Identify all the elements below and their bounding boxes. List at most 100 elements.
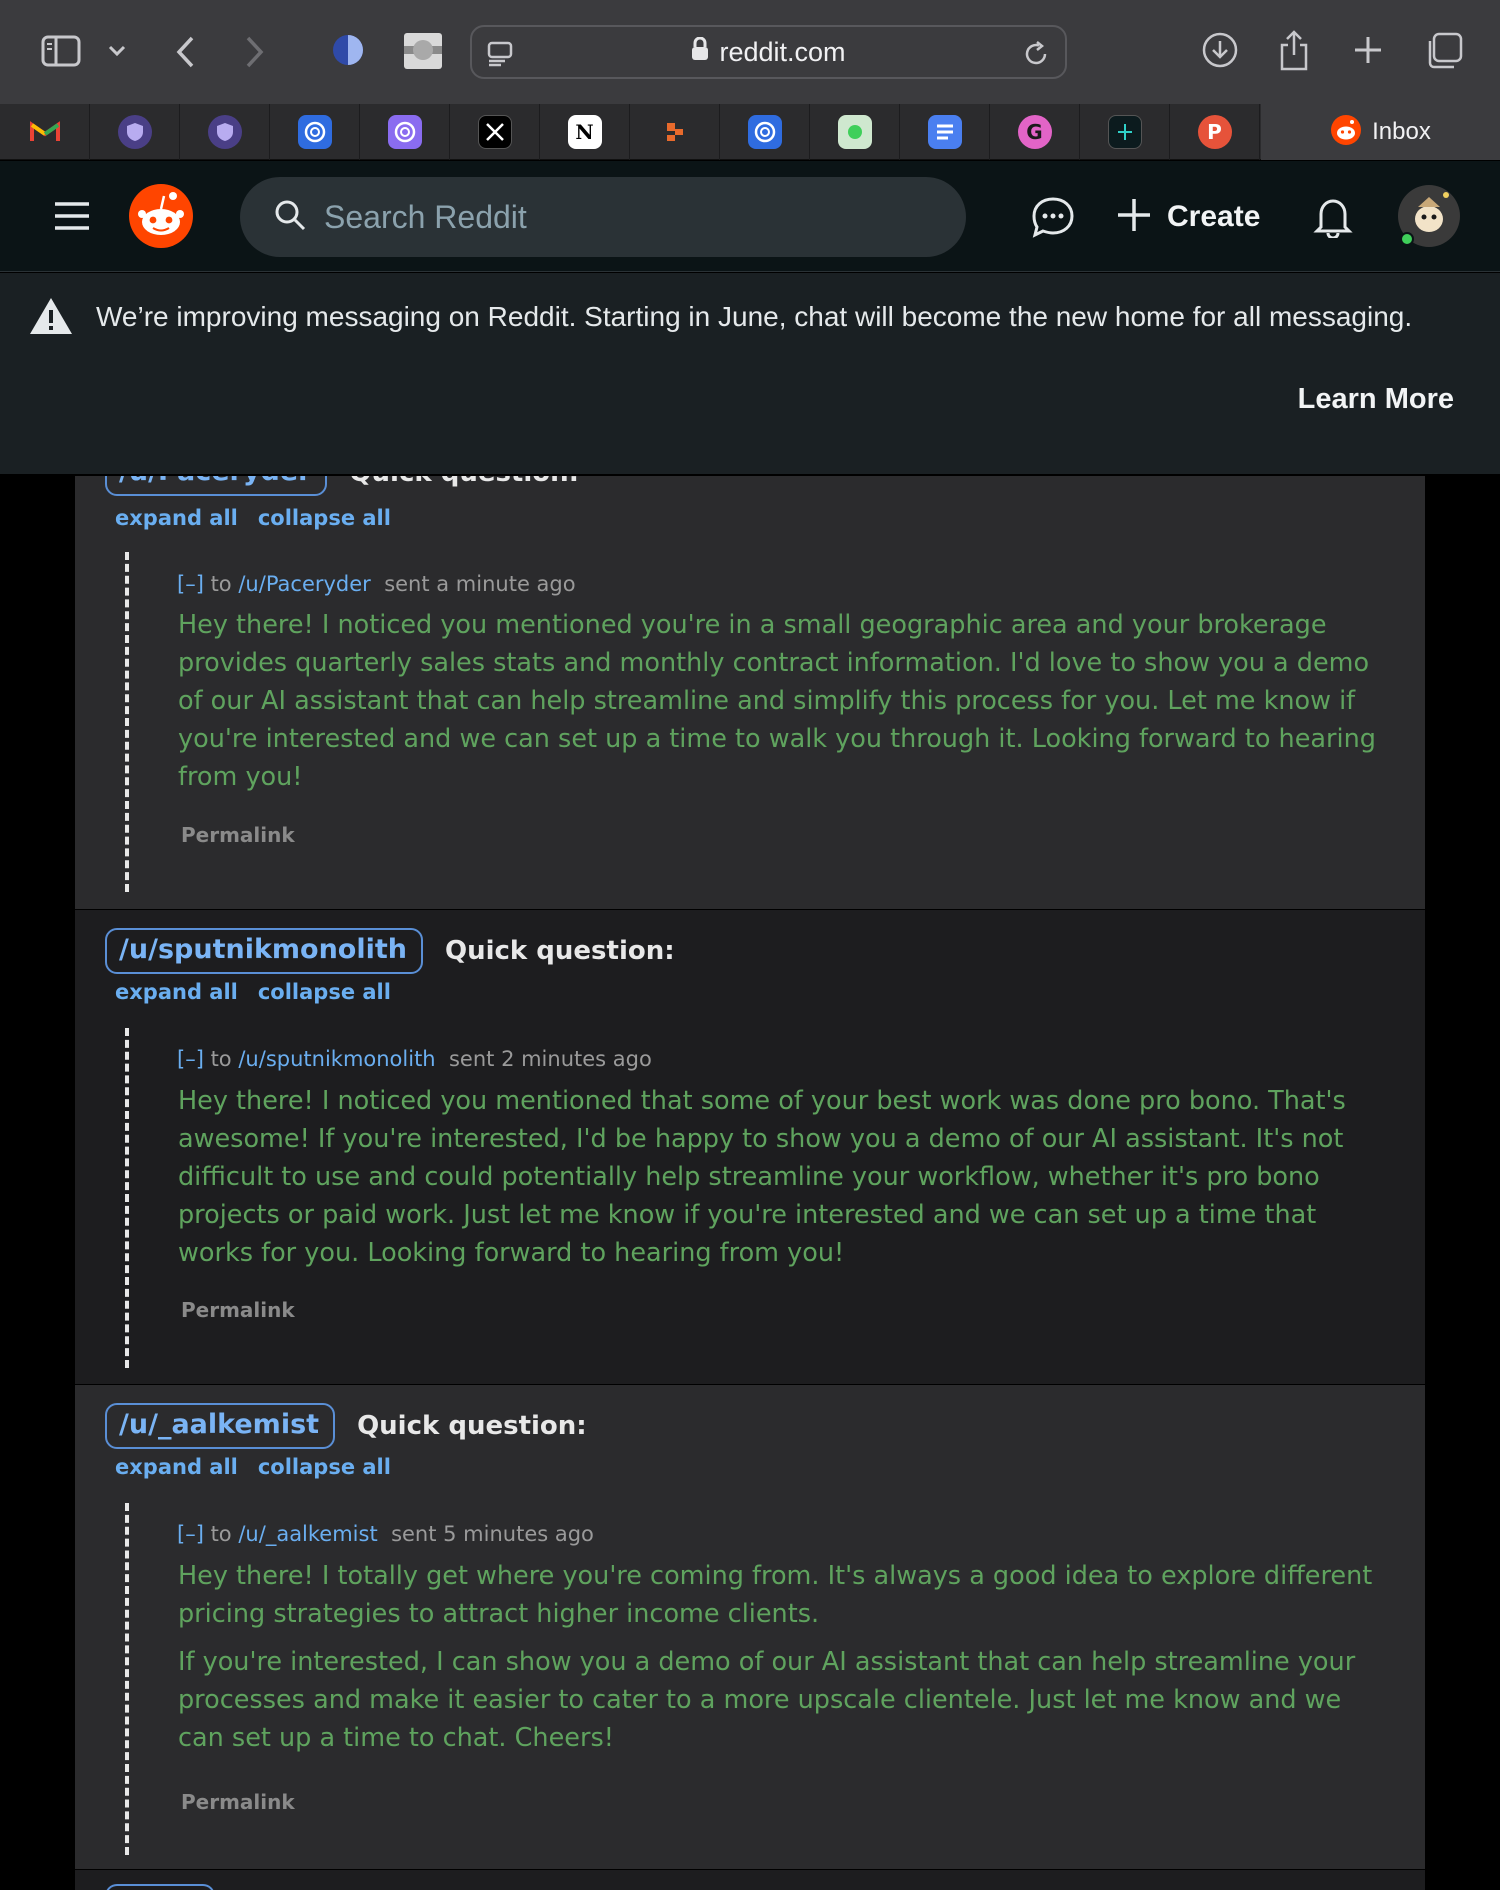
sidebar-toggle-icon[interactable] (38, 32, 84, 70)
hamburger-menu-icon[interactable] (50, 199, 94, 233)
to-label: to (210, 1047, 232, 1071)
avatar[interactable] (1394, 181, 1464, 251)
search-icon (274, 199, 306, 235)
tab-green-app[interactable] (810, 104, 900, 160)
back-icon[interactable] (170, 32, 200, 72)
lock-icon (691, 36, 709, 68)
message-thread: /u/sputnikmonolith Quick question: expan… (75, 910, 1425, 1384)
producthunt-icon: P (1197, 115, 1232, 149)
thread-subject: Quick question: (445, 936, 675, 966)
forward-icon[interactable] (240, 32, 270, 72)
collapse-all-link[interactable]: collapse all (258, 980, 391, 1004)
share-icon[interactable] (1276, 28, 1312, 72)
message-paragraph: If you're interested, I can show you a d… (178, 1647, 1356, 1753)
thread-header: /u/sputnikmonolith Quick question: (105, 928, 675, 974)
bell-icon[interactable] (1312, 195, 1354, 239)
recipient-link[interactable]: /u/sputnikmonolith (238, 1047, 435, 1071)
messaging-banner: We’re improving messaging on Reddit. Sta… (0, 273, 1500, 475)
chevron-down-icon[interactable] (104, 38, 130, 64)
collapse-toggle[interactable]: [–] (177, 1522, 204, 1546)
permalink-link[interactable]: Permalink (181, 823, 295, 847)
thread-user-link[interactable]: /u/Paceryder (105, 476, 328, 496)
thread-divider (125, 552, 129, 892)
recipient-link[interactable]: /u/Paceryder (238, 572, 370, 596)
reload-icon[interactable] (1021, 39, 1051, 69)
collapse-toggle[interactable]: [–] (177, 572, 204, 596)
message-meta: [–] to /u/Paceryder sent a minute ago (177, 572, 576, 596)
tab-extension-1[interactable] (90, 104, 180, 160)
thread-subject: Quick question: (357, 1411, 587, 1441)
chat-icon[interactable] (1030, 195, 1076, 239)
expand-controls: expand all collapse all (115, 980, 391, 1004)
tab-extension-2[interactable] (180, 104, 270, 160)
thread-divider (125, 1028, 129, 1368)
tab-orange-app[interactable] (630, 104, 720, 160)
tab-notion[interactable]: N (540, 104, 630, 160)
recipient-link[interactable]: /u/_aalkemist (238, 1522, 377, 1546)
notion-icon: N (567, 115, 602, 149)
message-time: sent 2 minutes ago (448, 1047, 652, 1071)
message-thread: /u/Paceryder Quick question: expand all … (75, 476, 1425, 909)
message-paragraph: Hey there! I noticed you mentioned you'r… (178, 610, 1376, 792)
tab-docs[interactable] (900, 104, 990, 160)
shield-extension-icon (117, 115, 152, 149)
url-text: reddit.com (719, 36, 846, 67)
to-label: to (210, 1522, 232, 1546)
thread-user-link[interactable]: /u/_aalkemist (105, 1403, 336, 1449)
tab-gmail[interactable] (0, 104, 90, 160)
permalink-link[interactable]: Permalink (181, 1790, 295, 1814)
search-input[interactable]: Search Reddit (240, 177, 966, 257)
tab-x[interactable] (450, 104, 540, 160)
thread-subject: Quick question: (349, 476, 579, 488)
tab-chatgpt-2[interactable] (360, 104, 450, 160)
learn-more-link[interactable]: Learn More (1298, 383, 1454, 416)
tab-producthunt[interactable]: P (1170, 104, 1260, 160)
dark-reader-extension-icon[interactable] (328, 30, 368, 70)
collapse-all-link[interactable]: collapse all (258, 1455, 391, 1479)
extension-icon[interactable] (402, 31, 444, 71)
collapse-toggle[interactable]: [–] (177, 1047, 204, 1071)
banner-text: We’re improving messaging on Reddit. Sta… (96, 301, 1413, 332)
tab-inbox-active[interactable]: Inbox (1261, 104, 1500, 160)
green-dot-icon (837, 115, 872, 149)
expand-all-link[interactable]: expand all (115, 980, 238, 1004)
chatgpt-icon (387, 115, 422, 149)
x-icon (477, 115, 512, 149)
message-meta: [–] to /u/sputnikmonolith sent 2 minutes… (177, 1047, 652, 1071)
thread-user-pill-partial (105, 1884, 215, 1890)
search-placeholder: Search Reddit (324, 198, 527, 235)
expand-controls: expand all collapse all (115, 506, 391, 530)
orange-blocks-icon (658, 115, 692, 149)
new-tab-icon[interactable] (1350, 32, 1386, 68)
reddit-logo-icon[interactable] (126, 181, 196, 251)
thread-user-link[interactable]: /u/sputnikmonolith (105, 928, 423, 974)
tab-grammarly[interactable]: G (990, 104, 1080, 160)
address-bar[interactable]: reddit.com (470, 25, 1067, 79)
download-icon[interactable] (1200, 30, 1240, 70)
grammarly-icon: G (1017, 115, 1052, 149)
expand-all-link[interactable]: expand all (115, 506, 238, 530)
expand-controls: expand all collapse all (115, 1455, 391, 1479)
shield-extension-icon (207, 115, 242, 149)
tab-label: Inbox (1372, 118, 1431, 145)
reddit-header: Search Reddit Create (0, 161, 1500, 272)
message-body: Hey there! I totally get where you're co… (178, 1557, 1378, 1757)
tab-chatgpt-1[interactable] (270, 104, 360, 160)
tab-chatgpt-3[interactable] (720, 104, 810, 160)
collapse-all-link[interactable]: collapse all (258, 506, 391, 530)
gmail-icon (28, 115, 62, 149)
message-thread: /u/_aalkemist Quick question: expand all… (75, 1385, 1425, 1869)
create-button[interactable]: Create (1115, 179, 1260, 255)
chatgpt-icon (297, 115, 332, 149)
message-meta: [–] to /u/_aalkemist sent 5 minutes ago (177, 1522, 594, 1546)
to-label: to (210, 572, 232, 596)
permalink-link[interactable]: Permalink (181, 1298, 295, 1322)
expand-all-link[interactable]: expand all (115, 1455, 238, 1479)
message-body: Hey there! I noticed you mentioned you'r… (178, 606, 1378, 796)
chatgpt-icon (747, 115, 782, 149)
message-time: sent 5 minutes ago (391, 1522, 594, 1546)
dark-app-icon (1107, 115, 1142, 149)
reddit-favicon-icon (1330, 114, 1362, 150)
tab-overview-icon[interactable] (1424, 31, 1464, 71)
tab-dark-app[interactable] (1080, 104, 1170, 160)
